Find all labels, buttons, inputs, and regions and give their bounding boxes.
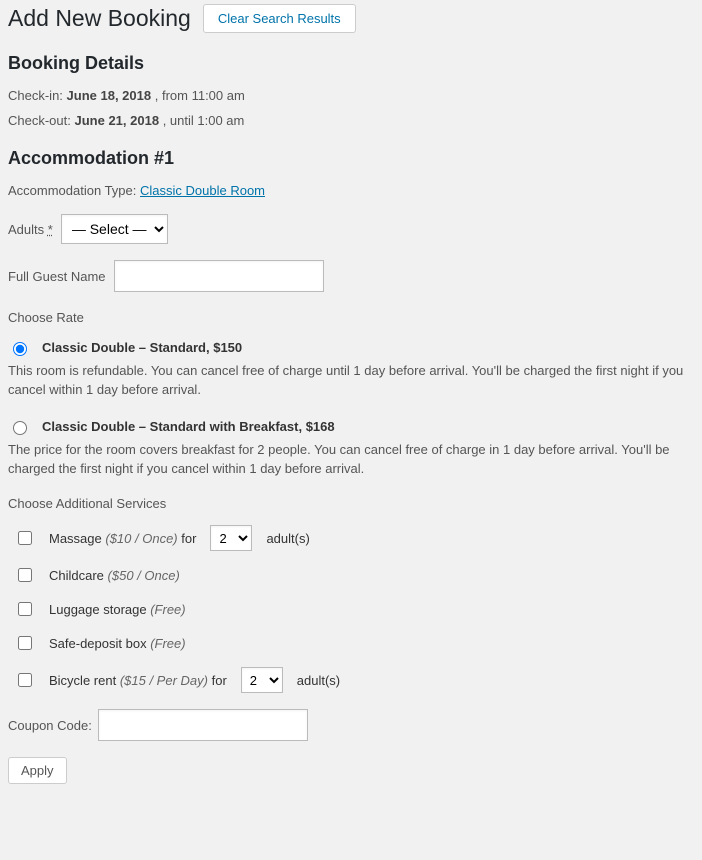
rate-option: Classic Double – Standard with Breakfast… <box>8 418 694 479</box>
service-label: Luggage storage (Free) <box>49 602 186 617</box>
checkout-date: June 21, 2018 <box>75 113 160 128</box>
service-qty-select[interactable]: 2 <box>241 667 283 693</box>
checkin-label: Check-in: <box>8 88 63 103</box>
apply-button[interactable]: Apply <box>8 757 67 784</box>
rate-option: Classic Double – Standard, $150 This roo… <box>8 339 694 400</box>
clear-search-button[interactable]: Clear Search Results <box>203 4 356 33</box>
required-mark: * <box>48 222 53 237</box>
adults-select[interactable]: — Select — <box>61 214 168 244</box>
service-unit: adult(s) <box>297 673 340 688</box>
accommodation-heading: Accommodation #1 <box>8 148 694 169</box>
service-row: Massage ($10 / Once) for 2 adult(s) <box>14 525 694 551</box>
service-row: Luggage storage (Free) <box>14 599 694 619</box>
checkout-row: Check-out: June 21, 2018 , until 1:00 am <box>8 113 694 128</box>
service-qty-select[interactable]: 2 <box>210 525 252 551</box>
rate-description: The price for the room covers breakfast … <box>8 441 694 479</box>
service-checkbox[interactable] <box>18 602 32 616</box>
service-label: Childcare ($50 / Once) <box>49 568 180 583</box>
rate-radio[interactable] <box>13 421 27 435</box>
page-title: Add New Booking <box>8 5 191 32</box>
guestname-label: Full Guest Name <box>8 269 106 284</box>
coupon-label: Coupon Code: <box>8 718 92 733</box>
booking-details-heading: Booking Details <box>8 53 694 74</box>
checkin-date: June 18, 2018 <box>67 88 152 103</box>
checkin-suffix: , from 11:00 am <box>155 88 245 103</box>
accommodation-type-label: Accommodation Type: <box>8 183 136 198</box>
choose-services-heading: Choose Additional Services <box>8 496 694 511</box>
rate-radio[interactable] <box>13 342 27 356</box>
service-row: Childcare ($50 / Once) <box>14 565 694 585</box>
checkout-suffix: , until 1:00 am <box>163 113 245 128</box>
service-row: Safe-deposit box (Free) <box>14 633 694 653</box>
service-checkbox[interactable] <box>18 673 32 687</box>
checkout-label: Check-out: <box>8 113 71 128</box>
service-label: Safe-deposit box (Free) <box>49 636 186 651</box>
service-unit: adult(s) <box>266 531 309 546</box>
guestname-input[interactable] <box>114 260 324 292</box>
rate-description: This room is refundable. You can cancel … <box>8 362 694 400</box>
accommodation-type-link[interactable]: Classic Double Room <box>140 183 265 198</box>
service-label: Bicycle rent ($15 / Per Day) for <box>49 673 227 688</box>
service-label: Massage ($10 / Once) for <box>49 531 196 546</box>
service-checkbox[interactable] <box>18 636 32 650</box>
accommodation-type-row: Accommodation Type: Classic Double Room <box>8 183 694 198</box>
checkin-row: Check-in: June 18, 2018 , from 11:00 am <box>8 88 694 103</box>
service-checkbox[interactable] <box>18 568 32 582</box>
coupon-input[interactable] <box>98 709 308 741</box>
adults-label: Adults * <box>8 222 53 237</box>
service-checkbox[interactable] <box>18 531 32 545</box>
rate-title: Classic Double – Standard with Breakfast… <box>42 419 335 434</box>
rate-title: Classic Double – Standard, $150 <box>42 340 242 355</box>
service-row: Bicycle rent ($15 / Per Day) for 2 adult… <box>14 667 694 693</box>
choose-rate-heading: Choose Rate <box>8 310 694 325</box>
